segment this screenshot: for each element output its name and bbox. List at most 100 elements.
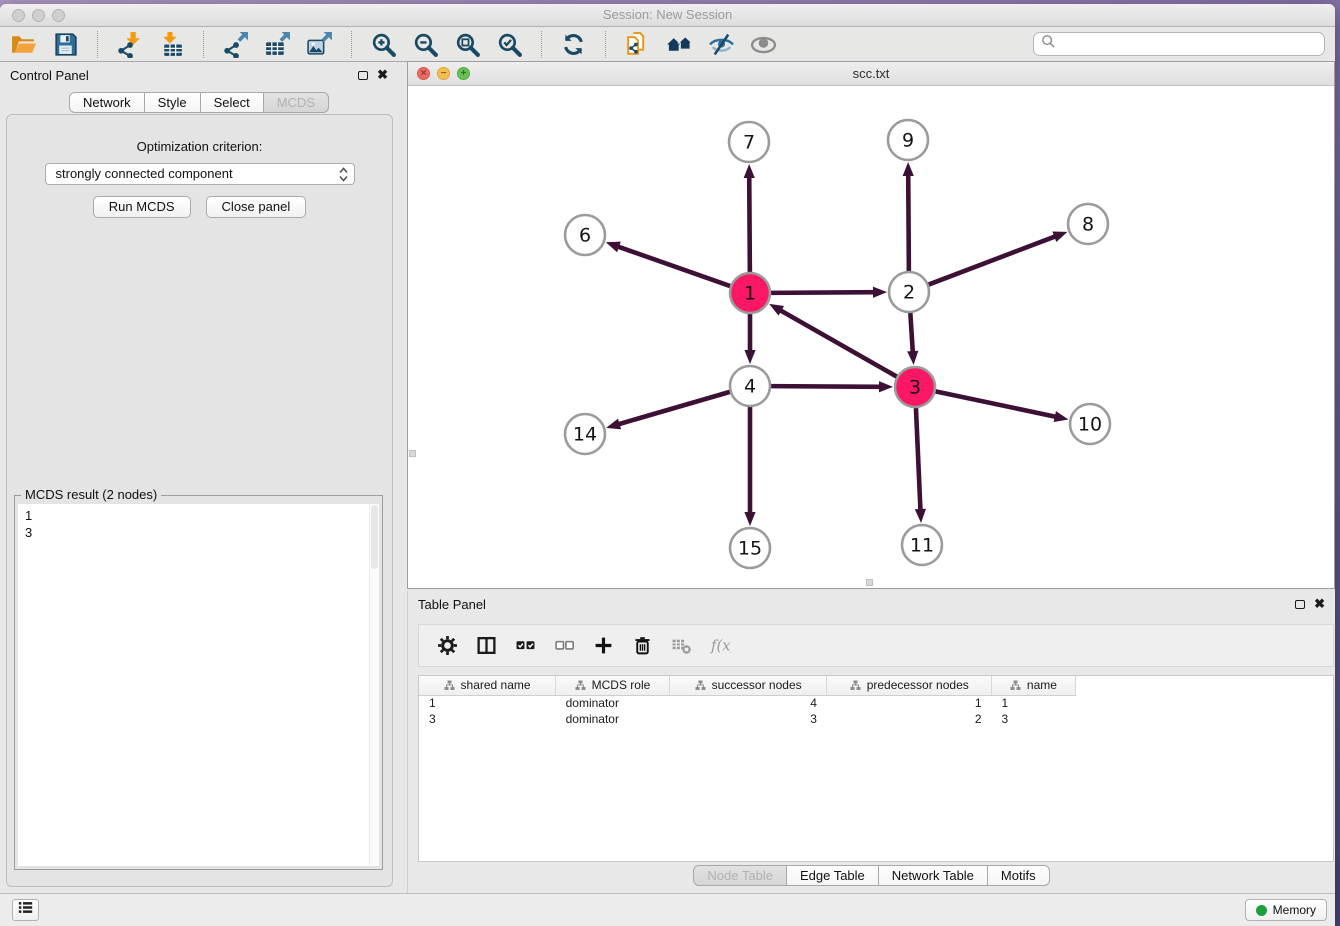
column-header-name[interactable]: name [992,676,1076,695]
edge-2-8[interactable] [929,236,1057,284]
edge-3-11[interactable] [916,408,921,511]
result-scrollbar[interactable] [369,504,379,866]
cell-successor-nodes[interactable]: 4 [669,695,827,711]
node-label-2: 2 [903,282,915,304]
refresh-icon[interactable] [560,31,587,58]
open-session-icon[interactable] [10,31,37,58]
edge-1-7[interactable] [749,176,750,272]
export-table-icon[interactable] [264,31,291,58]
close-window-icon[interactable] [12,9,25,22]
table-settings-icon[interactable] [437,635,458,656]
control-panel: Control Panel ✖ NetworkStyleSelectMCDS O… [0,62,398,893]
edge-1-2[interactable] [771,292,875,293]
tab-motifs[interactable]: Motifs [987,865,1050,886]
list-icon [17,900,34,920]
node-label-6: 6 [579,225,591,247]
cell-successor-nodes[interactable]: 3 [669,711,827,727]
import-network-icon[interactable] [116,31,143,58]
mcds-result-list[interactable]: 13 [18,504,379,866]
export-network-icon[interactable] [222,31,249,58]
tab-style[interactable]: Style [144,92,201,113]
zoom-window-icon[interactable] [52,9,65,22]
edge-4-3[interactable] [771,386,881,387]
search-box[interactable] [1033,32,1325,56]
splitter-grip-left[interactable] [409,450,416,457]
split-panel-icon[interactable] [476,635,497,656]
edge-arrow-icon [879,381,893,392]
column-header-predecessor-nodes[interactable]: predecessor nodes [827,676,992,695]
toolbar-separator [97,31,98,58]
splitter-grip-bottom[interactable] [866,579,873,586]
cell-shared-name[interactable]: 3 [419,711,556,727]
cell-shared-name[interactable]: 1 [419,695,556,711]
cell-predecessor-nodes[interactable]: 2 [827,711,992,727]
network-zoom-icon[interactable]: + [457,67,470,80]
close-panel-icon[interactable]: ✖ [377,70,388,80]
edge-3-10[interactable] [936,391,1057,417]
cell-mcds-role[interactable]: dominator [556,711,670,727]
delete-table-icon [671,635,692,656]
import-table-icon[interactable] [158,31,185,58]
close-table-panel-icon[interactable]: ✖ [1314,599,1325,609]
edge-4-14[interactable] [618,392,730,425]
delete-entry-icon[interactable] [632,635,653,656]
zoom-fit-icon[interactable] [454,31,481,58]
zoom-selected-icon[interactable] [496,31,523,58]
edge-3-1[interactable] [780,310,897,377]
network-window-title: scc.txt [408,62,1334,85]
minimize-window-icon[interactable] [32,9,45,22]
application-window: Session: New Session Control Panel ✖ Net… [0,4,1335,926]
tab-edge-table[interactable]: Edge Table [786,865,879,886]
cell-predecessor-nodes[interactable]: 1 [827,695,992,711]
zoom-in-icon[interactable] [370,31,397,58]
network-canvas[interactable]: 7968124314101511 [408,86,1334,588]
network-close-icon[interactable]: × [417,67,430,80]
edge-2-3[interactable] [910,313,913,353]
deselect-all-icon[interactable] [554,635,575,656]
run-mcds-button[interactable]: Run MCDS [93,196,191,218]
edge-arrow-icon [907,351,918,365]
column-header-shared-name[interactable]: shared name [419,676,556,695]
table-panel-tabs: Node TableEdge TableNetwork TableMotifs [408,865,1335,886]
tab-select[interactable]: Select [200,92,264,113]
memory-button[interactable]: Memory [1245,899,1327,921]
cell-name[interactable]: 3 [992,711,1076,727]
table-row[interactable]: 3dominator323 [419,711,1333,727]
edge-arrow-icon [873,287,887,298]
export-image-icon[interactable] [306,31,333,58]
cell-mcds-role[interactable]: dominator [556,695,670,711]
edge-1-6[interactable] [617,246,730,286]
search-input[interactable] [1060,37,1317,52]
cell-name[interactable]: 1 [992,695,1076,711]
window-controls[interactable] [12,9,65,22]
network-minimize-icon[interactable]: − [437,67,450,80]
tab-mcds[interactable]: MCDS [263,92,329,113]
select-stepper-icon [338,166,349,183]
save-session-icon[interactable] [52,31,79,58]
tab-network[interactable]: Network [69,92,145,113]
show-all-icon[interactable] [750,31,777,58]
task-history-button[interactable] [12,899,39,921]
table-row[interactable]: 1dominator411 [419,695,1333,711]
column-header-mcds-role[interactable]: MCDS role [556,676,670,695]
node-label-15: 15 [738,538,762,560]
node-table[interactable]: shared nameMCDS rolesuccessor nodesprede… [418,675,1334,862]
tab-network-table[interactable]: Network Table [878,865,988,886]
main-toolbar [0,27,1335,62]
network-graph[interactable]: 7968124314101511 [408,86,1334,588]
column-header-successor-nodes[interactable]: successor nodes [669,676,827,695]
float-table-panel-icon[interactable] [1295,600,1305,609]
add-entry-icon[interactable] [593,635,614,656]
zoom-out-icon[interactable] [412,31,439,58]
optimization-criterion-select[interactable]: strongly connected component [45,163,355,185]
first-neighbors-icon[interactable] [666,31,693,58]
select-all-icon[interactable] [515,635,536,656]
close-panel-button[interactable]: Close panel [206,196,307,218]
edge-2-9[interactable] [908,174,909,271]
float-panel-icon[interactable] [358,71,368,80]
edge-arrow-icon [903,162,914,176]
hide-selected-icon[interactable] [708,31,735,58]
tab-node-table[interactable]: Node Table [693,865,787,886]
copy-network-icon[interactable] [624,31,651,58]
mcds-result-title: MCDS result (2 nodes) [21,487,161,502]
